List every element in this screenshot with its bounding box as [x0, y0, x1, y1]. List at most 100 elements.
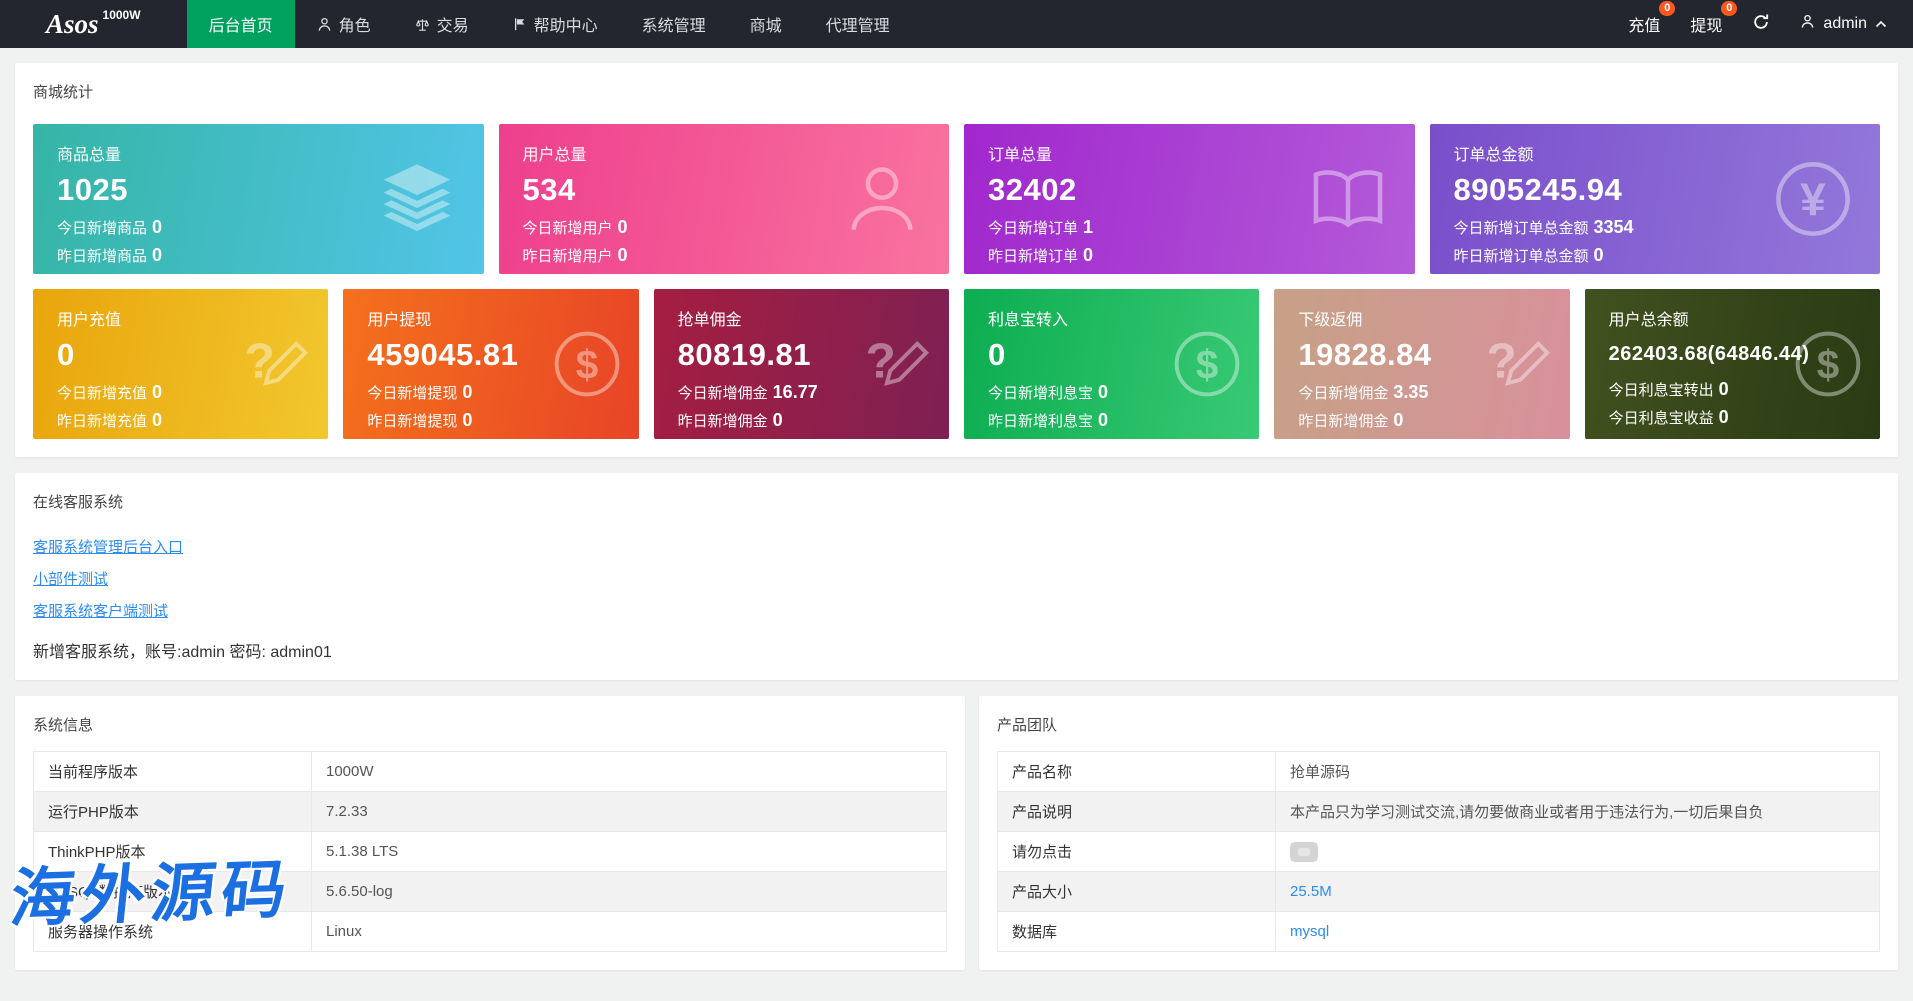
- info-value: mysql: [1275, 911, 1880, 952]
- table-row: ThinkPHP版本 5.1.38 LTS: [33, 831, 947, 872]
- nav-item-trade[interactable]: 交易: [393, 0, 491, 48]
- info-value: 25.5M: [1275, 871, 1880, 912]
- info-label: 运行PHP版本: [33, 791, 312, 832]
- stat-line-label: 今日新增佣金: [1298, 385, 1389, 402]
- stat-card-line: 今日利息宝收益 0: [1609, 407, 1856, 428]
- stat-card-title: 用户总余额: [1608, 312, 1689, 329]
- stat-card-user-balance: 用户总余额 262403.68(64846.44) 今日利息宝转出 0 今日利息宝…: [1584, 289, 1880, 439]
- stat-line-value: 0: [617, 245, 628, 265]
- stat-card-title: 下级返佣: [1298, 312, 1363, 329]
- info-label: ThinkPHP版本: [33, 831, 312, 872]
- table-row: 产品说明 本产品只为学习测试交流,请勿要做商业或者用于违法行为,一切后果自负: [997, 791, 1880, 832]
- table-row: 服务器操作系统 Linux: [33, 911, 947, 952]
- system-info-title: 系统信息: [33, 717, 94, 734]
- table-row: 数据库 mysql: [997, 911, 1880, 952]
- stat-line-label: 今日新增商品: [57, 220, 148, 237]
- stat-card-line: 昨日新增用户 0: [523, 245, 926, 266]
- system-info-table: 当前程序版本 1000W 运行PHP版本 7.2.33 ThinkPHP版本 5…: [33, 751, 947, 952]
- pen-question-icon: ?: [1486, 334, 1550, 389]
- withdraw-badge: 0: [1721, 1, 1738, 16]
- nav-item-home[interactable]: 后台首页: [186, 0, 295, 48]
- service-admin-entry-link[interactable]: 客服系统管理后台入口: [33, 536, 183, 557]
- nav-item-label: 后台首页: [208, 18, 273, 35]
- stat-card-user-withdraw: 用户提现 459045.81 今日新增提现 0 昨日新增提现 0 $: [343, 289, 639, 439]
- do-not-click-icon[interactable]: [1290, 841, 1318, 862]
- nav-item-label: 角色: [338, 18, 371, 35]
- user-icon: [1800, 14, 1815, 34]
- nav-item-help-center[interactable]: 帮助中心: [491, 0, 620, 48]
- info-label: 当前程序版本: [33, 751, 312, 792]
- table-row: 产品大小 25.5M: [997, 871, 1880, 912]
- table-row: 运行PHP版本 7.2.33: [33, 791, 947, 832]
- stat-line-value: 0: [152, 410, 163, 430]
- dollar-circle-icon: $: [1795, 331, 1861, 397]
- bottom-section: 系统信息 当前程序版本 1000W 运行PHP版本 7.2.33 ThinkPH…: [15, 696, 1898, 986]
- service-account-note: 新增客服系统，账号:admin 密码: admin01: [33, 644, 332, 661]
- stat-card-sub-rebate: 下级返佣 19828.84 今日新增佣金 3.35 昨日新增佣金 0 ?: [1274, 289, 1570, 439]
- info-label: MySQL数据库版本: [33, 871, 312, 912]
- stat-line-label: 昨日新增用户: [522, 248, 613, 265]
- recharge-button[interactable]: 充值 0: [1628, 1, 1676, 36]
- stat-line-label: 昨日新增订单: [988, 248, 1079, 265]
- withdraw-button[interactable]: 提现 0: [1690, 1, 1738, 36]
- stat-line-value: 0: [1083, 245, 1094, 265]
- app-logo-text: Asos: [46, 8, 99, 39]
- stat-card-line: 昨日新增订单 0: [988, 245, 1391, 266]
- stat-line-label: 今日利息宝转出: [1608, 382, 1714, 399]
- recharge-badge: 0: [1659, 1, 1676, 16]
- stat-line-label: 昨日新增佣金: [677, 413, 768, 430]
- chevron-up-icon: [1875, 15, 1887, 33]
- mall-stats-title: 商城统计: [33, 84, 94, 101]
- nav-item-label: 交易: [436, 18, 469, 35]
- product-team-table: 产品名称 抢单源码 产品说明 本产品只为学习测试交流,请勿要做商业或者用于违法行…: [997, 751, 1880, 952]
- stat-card-title: 用户提现: [367, 312, 432, 329]
- stat-card-line: 昨日新增商品 0: [57, 245, 460, 266]
- app-logo[interactable]: Asos 1000W: [0, 0, 187, 48]
- stat-line-label: 昨日新增利息宝: [988, 413, 1094, 430]
- widget-test-link[interactable]: 小部件测试: [33, 568, 108, 589]
- info-value: [1275, 831, 1880, 872]
- stat-line-label: 今日新增佣金: [677, 385, 768, 402]
- user-menu[interactable]: admin: [1800, 14, 1887, 34]
- table-row: 请勿点击: [997, 831, 1880, 872]
- stat-card-users-total: 用户总量 534 今日新增用户 0 昨日新增用户 0: [498, 124, 949, 274]
- stats-row-2: 用户充值 0 今日新增充值 0 昨日新增充值 0 ? 用户提现 459045.81 …: [33, 289, 1880, 439]
- header-actions: 充值 0 提现 0 admin: [1628, 0, 1913, 48]
- stat-line-label: 今日新增订单: [988, 220, 1079, 237]
- top-navbar: Asos 1000W 后台首页 角色 交易 帮助中心 系统管理 商城 代理管理 充…: [0, 0, 1913, 48]
- nav-item-mall[interactable]: 商城: [728, 0, 804, 48]
- svg-text:$: $: [575, 342, 598, 388]
- nav-item-agents[interactable]: 代理管理: [804, 0, 912, 48]
- info-value: 5.1.38 LTS: [311, 831, 947, 872]
- layers-icon: [383, 164, 450, 232]
- stat-card-orders-total: 订单总量 32402 今日新增订单 1 昨日新增订单 0: [964, 124, 1415, 274]
- svg-text:$: $: [1196, 342, 1219, 388]
- dollar-circle-icon: $: [554, 331, 619, 397]
- stat-card-line: 昨日新增订单总金额 0: [1454, 245, 1857, 266]
- nav-item-system[interactable]: 系统管理: [620, 0, 728, 48]
- info-label: 产品名称: [997, 751, 1276, 792]
- info-value: 7.2.33: [311, 791, 947, 832]
- refresh-icon: [1752, 13, 1770, 35]
- info-label: 服务器操作系统: [33, 911, 312, 952]
- stat-line-value: 16.77: [772, 382, 818, 402]
- nav-item-roles[interactable]: 角色: [295, 0, 393, 48]
- stat-card-user-recharge: 用户充值 0 今日新增充值 0 昨日新增充值 0 ?: [33, 289, 329, 439]
- customer-service-links: 客服系统管理后台入口 小部件测试 客服系统客户端测试: [33, 536, 1880, 621]
- app-logo-version: 1000W: [102, 8, 141, 22]
- stat-card-title: 用户充值: [57, 312, 122, 329]
- database-link[interactable]: mysql: [1290, 923, 1329, 940]
- stat-line-value: 0: [152, 217, 163, 237]
- refresh-button[interactable]: [1752, 13, 1770, 36]
- stat-card-products-total: 商品总量 1025 今日新增商品 0 昨日新增商品 0: [33, 124, 484, 274]
- stat-line-label: 今日新增充值: [57, 385, 148, 402]
- stat-line-value: 1: [1083, 217, 1094, 237]
- info-label: 产品大小: [997, 871, 1276, 912]
- stat-card-line: 昨日新增佣金 0: [1298, 410, 1545, 431]
- stat-line-value: 3.35: [1393, 382, 1429, 402]
- product-size-link[interactable]: 25.5M: [1290, 883, 1332, 900]
- stat-line-label: 昨日新增商品: [57, 248, 148, 265]
- service-client-test-link[interactable]: 客服系统客户端测试: [33, 600, 168, 621]
- table-row: MySQL数据库版本 5.6.50-log: [33, 871, 947, 912]
- stat-line-value: 0: [1098, 382, 1109, 402]
